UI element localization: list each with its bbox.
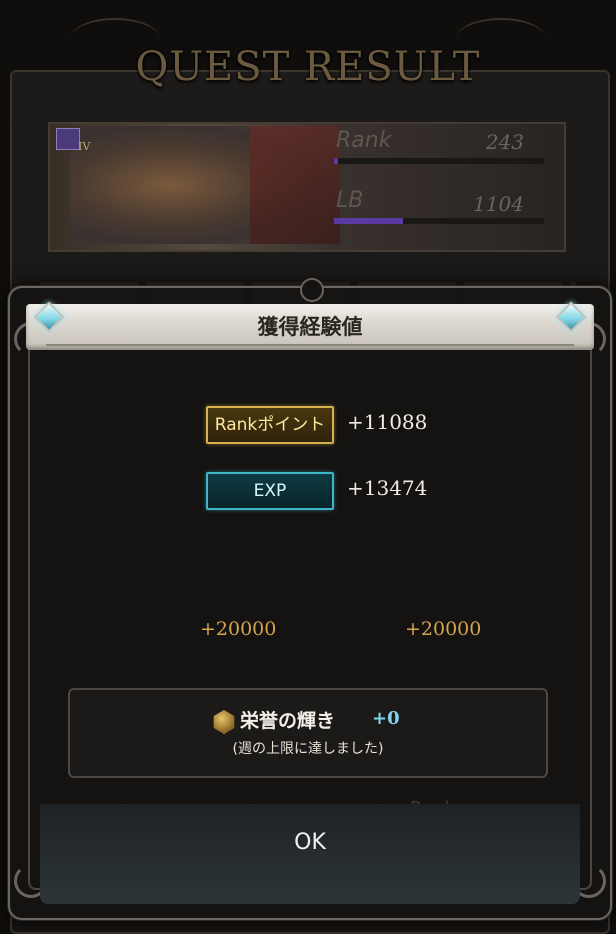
ok-button[interactable]: OK xyxy=(230,808,390,878)
rank-points-tag: Rankポイント xyxy=(206,406,334,444)
class-rank: IV xyxy=(78,140,91,153)
bonus-value-right: +20000 xyxy=(405,618,482,640)
bonus-value-left: +20000 xyxy=(200,618,277,640)
modal-top-ornament xyxy=(300,278,324,302)
rank-label: Rank xyxy=(336,128,392,153)
lb-progress-fill xyxy=(334,218,404,224)
rank-value: 243 xyxy=(485,130,524,154)
exp-gain: +13474 xyxy=(347,476,428,500)
lb-label: LB xyxy=(336,188,364,213)
rank-progress-bar xyxy=(334,158,544,164)
rank-points-gain: +11088 xyxy=(347,410,428,434)
honor-limit-note: (週の上限に達しました) xyxy=(232,741,384,757)
character-cape xyxy=(250,126,340,244)
modal-title: 獲得経験値 xyxy=(257,315,363,339)
exp-result-modal: 獲得経験値 Rank Rankポイント +11088 EXP +13474 +2… xyxy=(8,278,612,920)
honor-value: +0 xyxy=(372,708,400,729)
quest-result-title: QUEST RESULT xyxy=(135,44,481,90)
class-badge-icon xyxy=(56,128,80,150)
lb-value: 1104 xyxy=(473,192,524,216)
exp-tag: EXP xyxy=(206,472,334,510)
rank-progress-fill xyxy=(334,158,339,164)
honor-label: 栄誉の輝き xyxy=(240,710,336,732)
honor-crest-icon xyxy=(213,710,235,734)
lb-progress-bar xyxy=(334,218,544,224)
honor-box: 栄誉の輝き +0 (週の上限に達しました) xyxy=(68,688,548,778)
